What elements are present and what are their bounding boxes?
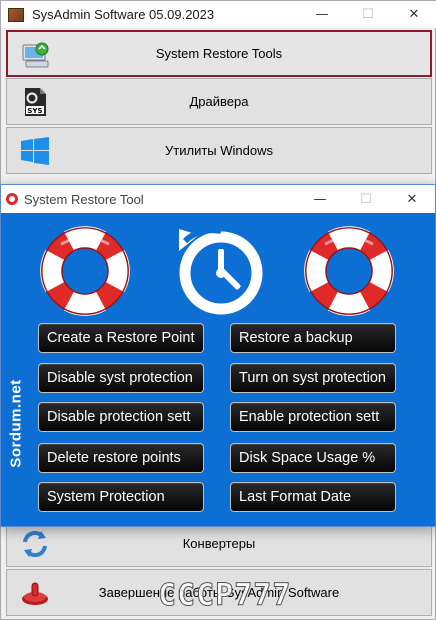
menu-label: Драйвера [189,94,249,109]
create-restore-point-button[interactable]: Create a Restore Point [38,323,204,353]
shutdown-icon [22,582,48,605]
menu-converters[interactable]: Конвертеры [6,520,432,567]
menu-system-restore-tools[interactable]: System Restore Tools [6,30,432,77]
minimize-button[interactable]: — [297,185,343,213]
svg-text:SYS: SYS [27,107,42,115]
restore-clock-icon [179,227,263,315]
delete-restore-points-button[interactable]: Delete restore points [38,443,204,473]
disable-protection-settings-button[interactable]: Disable protection sett [38,402,204,432]
restore-tool-icon [6,193,18,205]
restore-tool-titlebar: System Restore Tool — ☐ ✕ [1,185,435,213]
menu-label: System Restore Tools [155,46,283,61]
lifebuoy-icon [40,226,130,316]
last-format-date-button[interactable]: Last Format Date [230,482,396,512]
turn-on-system-protection-button[interactable]: Turn on syst protection [230,363,396,393]
windows-logo-icon [21,137,49,165]
lifebuoy-icon [304,226,394,316]
restore-tool-body: Sordum.net Create a Restore Point Disabl… [1,213,435,526]
disk-space-usage-button[interactable]: Disk Space Usage % [230,443,396,473]
maximize-button[interactable]: ☐ [343,185,389,213]
menu-label: Конвертеры [182,536,256,551]
menu-shutdown[interactable]: Завершение работы SysAdmin Software [6,569,432,616]
menu-drivers[interactable]: SYS Драйвера [6,78,432,125]
disable-system-protection-button[interactable]: Disable syst protection [38,363,204,393]
computer-restore-icon [22,42,49,68]
restore-backup-button[interactable]: Restore a backup [230,323,396,353]
close-button[interactable]: ✕ [389,185,435,213]
restore-tool-window: System Restore Tool — ☐ ✕ Sordum.net Cre… [0,184,436,527]
minimize-button[interactable]: — [299,1,345,28]
main-titlebar: SysAdmin Software 05.09.2023 — ☐ ✕ [1,1,436,28]
enable-protection-settings-button[interactable]: Enable protection sett [230,402,396,432]
sordum-label: Sordum.net [7,378,25,468]
menu-windows-utilities[interactable]: Утилиты Windows [6,127,432,174]
close-button[interactable]: ✕ [391,1,436,28]
menu-label: Утилиты Windows [165,143,273,158]
menu-label: Завершение работы SysAdmin Software [98,585,340,600]
maximize-button[interactable]: ☐ [345,1,391,28]
system-protection-button[interactable]: System Protection [38,482,204,512]
sys-file-icon: SYS [25,88,46,116]
main-window-title: SysAdmin Software 05.09.2023 [32,7,215,22]
app-icon [8,7,24,22]
restore-tool-title: System Restore Tool [24,191,144,207]
convert-arrows-icon [23,530,47,558]
